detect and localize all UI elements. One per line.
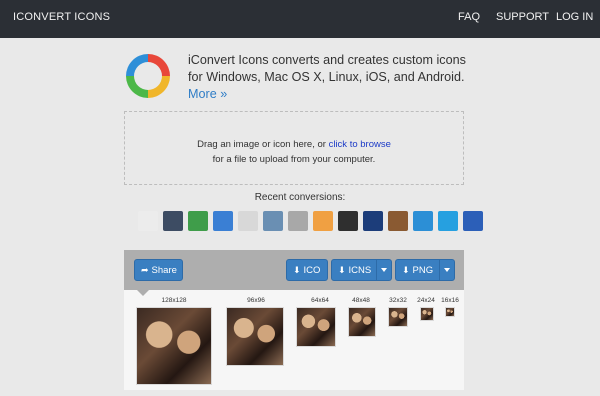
dropzone-text-after: for a file to upload from your computer. <box>212 154 376 165</box>
share-arrow-icon: ➦ <box>141 265 149 275</box>
download-icon: ⬇ <box>402 265 410 275</box>
store-icon[interactable] <box>438 211 458 231</box>
size-label-64: 64x64 <box>311 297 329 304</box>
tools-icon[interactable] <box>413 211 433 231</box>
figure-icon[interactable] <box>138 211 158 231</box>
upload-dropzone[interactable]: Drag an image or icon here, or click to … <box>124 111 464 185</box>
dropzone-text-before: Drag an image or icon here, or <box>197 139 326 150</box>
size-label-24: 24x24 <box>417 297 435 304</box>
preview-image-16 <box>445 307 455 317</box>
download-icon: ⬇ <box>338 265 346 275</box>
recent-conversions-list <box>138 208 483 234</box>
toolbar-pointer <box>137 290 149 296</box>
export-toolbar: ➦ Share ⬇ ICO ⬇ ICNS ⬇ PNG <box>124 250 464 290</box>
icns-button-label: ICNS <box>348 265 372 276</box>
preview-image-64 <box>296 307 336 347</box>
top-navbar: ICONVERT ICONS FAQ SUPPORT LOG IN <box>0 0 600 38</box>
more-link[interactable]: More » <box>188 87 227 101</box>
png-dropdown-caret-icon[interactable] <box>439 260 454 280</box>
download-icns-button[interactable]: ⬇ ICNS <box>331 259 392 281</box>
download-ico-button[interactable]: ⬇ ICO <box>286 259 328 281</box>
size-label-96: 96x96 <box>247 297 265 304</box>
preview-image-24 <box>420 307 434 321</box>
icon-size-preview: 128x128 96x96 64x64 48x48 32x32 24x24 16… <box>124 290 464 390</box>
device-icon[interactable] <box>338 211 358 231</box>
size-label-48: 48x48 <box>352 297 370 304</box>
book-icon[interactable] <box>388 211 408 231</box>
preview-image-128 <box>136 307 212 385</box>
document-icon[interactable] <box>263 211 283 231</box>
size-label-32: 32x32 <box>389 297 407 304</box>
brand-logo-text[interactable]: ICONVERT ICONS <box>13 11 110 23</box>
preview-image-32 <box>388 307 408 327</box>
paint-icon[interactable] <box>238 211 258 231</box>
laptop-icon[interactable] <box>363 211 383 231</box>
download-png-button[interactable]: ⬇ PNG <box>395 259 455 281</box>
video-icon[interactable] <box>288 211 308 231</box>
size-label-128: 128x128 <box>161 297 187 304</box>
browse-link[interactable]: click to browse <box>329 139 391 150</box>
calendar-icon[interactable] <box>213 211 233 231</box>
preview-image-48 <box>348 307 376 337</box>
share-button-label: Share <box>151 265 177 276</box>
photo-icon[interactable] <box>163 211 183 231</box>
stick-icon[interactable] <box>313 211 333 231</box>
intro-description: iConvert Icons converts and creates cust… <box>188 53 466 84</box>
recent-conversions-label: Recent conversions: <box>254 192 346 203</box>
size-label-16: 16x16 <box>441 297 459 304</box>
app-logo-icon <box>126 54 170 98</box>
ico-button-label: ICO <box>303 265 321 276</box>
png-button-label: PNG <box>412 265 434 276</box>
nav-faq-link[interactable]: FAQ <box>458 11 480 23</box>
nav-login-link[interactable]: LOG IN <box>556 11 593 23</box>
share-button[interactable]: ➦ Share <box>134 259 183 281</box>
download-icon: ⬇ <box>293 265 301 275</box>
nav-support-link[interactable]: SUPPORT <box>496 11 549 23</box>
helmet-icon[interactable] <box>463 211 483 231</box>
intro-text: iConvert Icons converts and creates cust… <box>188 52 483 103</box>
money-icon[interactable] <box>188 211 208 231</box>
preview-image-96 <box>226 307 284 366</box>
icns-dropdown-caret-icon[interactable] <box>376 260 391 280</box>
